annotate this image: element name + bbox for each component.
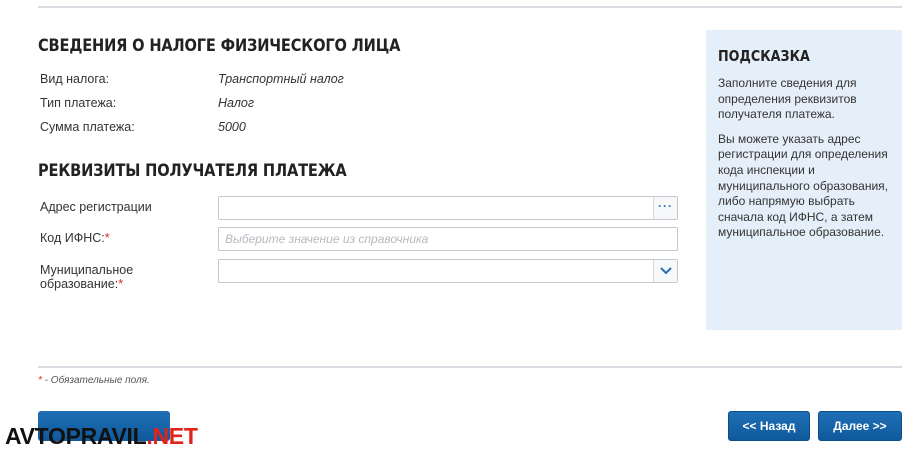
required-note-text: - Обязательные поля. bbox=[41, 375, 150, 386]
chevron-down-icon bbox=[660, 267, 671, 274]
top-divider bbox=[38, 6, 902, 8]
tax-type-label: Вид налога: bbox=[40, 72, 110, 86]
tax-type-value: Транспортный налог bbox=[218, 72, 344, 86]
municipality-required-mark: * bbox=[118, 277, 124, 291]
recipient-title: РЕКВИЗИТЫ ПОЛУЧАТЕЛЯ ПЛАТЕЖА bbox=[38, 161, 347, 181]
municipality-select[interactable] bbox=[218, 259, 678, 283]
watermark-part2: .NET bbox=[146, 423, 198, 449]
payment-amount-value: 5000 bbox=[218, 120, 246, 134]
address-field[interactable]: ··· bbox=[218, 196, 678, 220]
back-button[interactable]: << Назад bbox=[728, 411, 810, 441]
municipality-label-line1: Муниципальное bbox=[40, 263, 134, 277]
watermark-part1: AVTOPRAVIL bbox=[5, 423, 147, 449]
municipality-label: Муниципальное образование:* bbox=[40, 263, 133, 291]
hint-title: ПОДСКАЗКА bbox=[718, 47, 810, 65]
watermark-logo: AVTOPRAVIL.NET bbox=[5, 423, 198, 450]
more-icon: ··· bbox=[658, 199, 673, 213]
payment-amount-label: Сумма платежа: bbox=[40, 120, 135, 134]
ifns-placeholder: Выберите значение из справочника bbox=[225, 232, 429, 246]
ifns-label-text: Код ИФНС: bbox=[40, 231, 105, 245]
municipality-dropdown-button[interactable] bbox=[653, 260, 677, 282]
ifns-required-mark: * bbox=[104, 231, 110, 245]
tax-info-title: СВЕДЕНИЯ О НАЛОГЕ ФИЗИЧЕСКОГО ЛИЦА bbox=[38, 36, 401, 56]
hint-paragraph-1: Заполните сведения для определения рекви… bbox=[718, 76, 857, 122]
next-button[interactable]: Далее >> bbox=[818, 411, 902, 441]
payment-type-value: Налог bbox=[218, 96, 255, 110]
address-label: Адрес регистрации bbox=[40, 200, 152, 214]
ifns-code-input[interactable]: Выберите значение из справочника bbox=[218, 227, 678, 251]
ifns-label: Код ИФНС:* bbox=[40, 231, 110, 245]
required-fields-note: * - Обязательные поля. bbox=[38, 375, 150, 386]
payment-type-label: Тип платежа: bbox=[40, 96, 117, 110]
address-lookup-button[interactable]: ··· bbox=[653, 197, 677, 219]
hint-panel: ПОДСКАЗКА Заполните сведения для определ… bbox=[706, 30, 902, 330]
municipality-label-line2: образование: bbox=[40, 277, 119, 291]
bottom-divider bbox=[38, 366, 902, 368]
hint-paragraph-2: Вы можете указать адрес регистрации для … bbox=[718, 131, 889, 240]
